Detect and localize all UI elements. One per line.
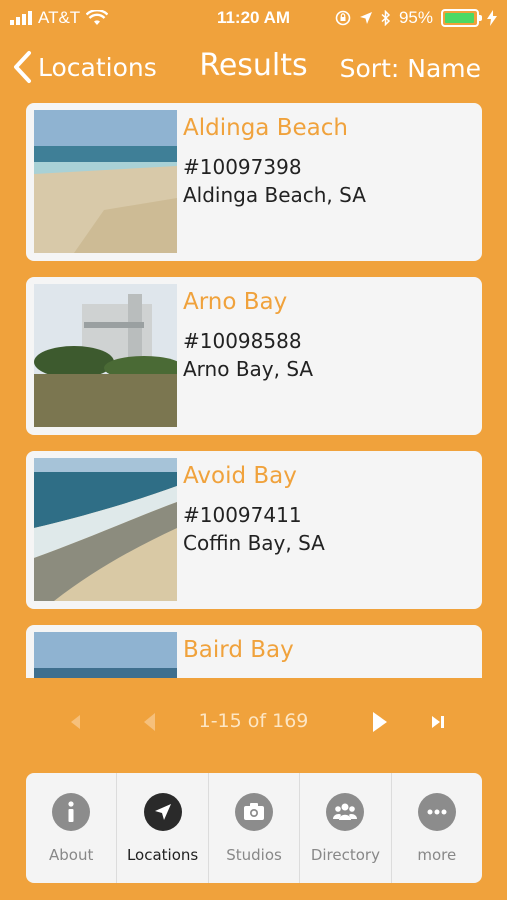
location-arrow-icon [143, 793, 182, 831]
charging-icon [487, 10, 497, 26]
more-icon [417, 793, 456, 831]
location-thumbnail [34, 110, 177, 253]
tab-more[interactable]: more [392, 773, 482, 883]
battery-percent: 95% [398, 8, 433, 27]
tab-label: Studios [226, 846, 282, 864]
sort-button[interactable]: Sort: Name [340, 54, 481, 83]
info-icon [52, 793, 91, 831]
result-title: Avoid Bay [183, 463, 297, 489]
tab-label: About [49, 846, 94, 864]
tab-studios[interactable]: Studios [209, 773, 301, 883]
battery-fill [445, 13, 474, 23]
back-button[interactable]: Locations [12, 50, 157, 84]
bluetooth-icon [381, 10, 391, 26]
location-services-icon [359, 12, 372, 24]
result-place: Coffin Bay, SA [183, 531, 325, 555]
last-page-icon[interactable] [426, 710, 450, 734]
result-title: Arno Bay [183, 289, 288, 315]
result-code: #10098588 [183, 329, 302, 353]
result-place: Aldinga Beach, SA [183, 183, 366, 207]
back-button-label: Locations [38, 52, 157, 82]
chevron-left-icon [14, 51, 31, 83]
list-item[interactable]: Arno Bay #10098588 Arno Bay, SA [26, 277, 482, 435]
list-item[interactable]: Avoid Bay #10097411 Coffin Bay, SA [26, 451, 482, 609]
nav-bar: Locations Results Sort: Name [0, 40, 507, 96]
list-item[interactable]: Aldinga Beach #10097398 Aldinga Beach, S… [26, 103, 482, 261]
result-code: #10097411 [183, 503, 302, 527]
tab-bar: About Locations Studios Directory more [26, 773, 482, 883]
location-thumbnail [34, 458, 177, 601]
status-right: 95% [335, 8, 497, 28]
tab-label: Locations [126, 846, 199, 864]
next-page-icon[interactable] [367, 710, 391, 734]
tab-locations[interactable]: Locations [117, 773, 209, 883]
pagination: 1-15 of 169 [0, 700, 507, 744]
orientation-lock-icon [335, 10, 351, 26]
location-thumbnail [34, 632, 177, 678]
result-title: Baird Bay [183, 637, 294, 663]
results-list[interactable]: Aldinga Beach #10097398 Aldinga Beach, S… [26, 103, 482, 678]
tab-label: Directory [310, 846, 380, 864]
tab-directory[interactable]: Directory [300, 773, 392, 883]
camera-icon [235, 793, 274, 831]
people-icon [326, 793, 365, 831]
battery-icon [441, 9, 482, 27]
tab-about[interactable]: About [26, 773, 118, 883]
tab-label: more [417, 846, 457, 864]
location-thumbnail [34, 284, 177, 427]
result-place: Arno Bay, SA [183, 357, 314, 381]
result-title: Aldinga Beach [183, 115, 348, 141]
list-item[interactable]: Baird Bay [26, 625, 482, 678]
result-code: #10097398 [183, 155, 302, 179]
status-bar: AT&T 11:20 AM 95% [0, 0, 507, 36]
